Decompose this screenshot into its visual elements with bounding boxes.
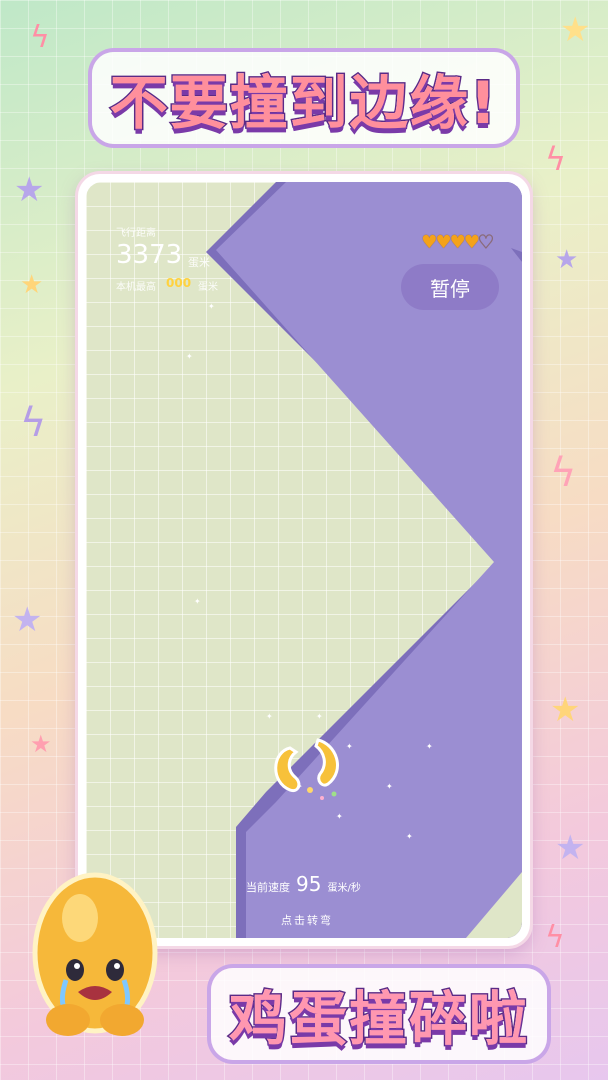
sparkle-icon: ✦ bbox=[208, 302, 215, 311]
distance-label: 飞行距离 bbox=[116, 228, 156, 239]
promo-headline-bottom: 鸡蛋撞碎啦 bbox=[150, 968, 608, 1060]
speed-readout: 当前速度 95 蛋米/秒 bbox=[246, 872, 361, 896]
star-icon: ★ bbox=[555, 828, 586, 868]
tap-to-turn-hint: 点击转弯 bbox=[281, 914, 333, 927]
distance-unit: 蛋米 bbox=[188, 256, 210, 269]
lives-hearts: ♥♥♥♥♥ bbox=[421, 231, 494, 253]
heart-filled-icon: ♥ bbox=[435, 232, 451, 253]
star-icon: ★ bbox=[20, 270, 44, 300]
game-screen[interactable]: 飞行距离 3373 蛋米 本机最高 000 蛋米 ♥♥♥♥♥ 暂停 ✦ ✦ ✦ … bbox=[86, 182, 522, 938]
sparkle-icon: ✦ bbox=[194, 597, 201, 606]
star-icon: ★ bbox=[30, 730, 52, 758]
sparkle-icon: ✦ bbox=[186, 352, 193, 361]
promo-headline-top: 不要撞到边缘! bbox=[0, 52, 608, 144]
star-icon: ★ bbox=[12, 600, 43, 640]
sparkle-icon: ✦ bbox=[316, 712, 323, 721]
speed-unit: 蛋米/秒 bbox=[327, 883, 361, 894]
star-icon: ★ bbox=[550, 690, 581, 730]
promo-headline-bottom-text: 鸡蛋撞碎啦 bbox=[210, 968, 547, 1060]
lightning-icon: ϟ bbox=[545, 140, 567, 178]
crying-egg-mascot bbox=[32, 872, 158, 1036]
star-icon: ★ bbox=[14, 170, 45, 210]
lightning-icon: ϟ bbox=[545, 920, 565, 955]
lightning-icon: ϟ bbox=[550, 450, 577, 496]
pause-button[interactable]: 暂停 bbox=[401, 264, 499, 310]
sparkle-icon: ✦ bbox=[266, 712, 273, 721]
heart-filled-icon: ♥ bbox=[421, 232, 437, 253]
best-unit: 蛋米 bbox=[198, 282, 218, 293]
speed-label: 当前速度 bbox=[246, 881, 290, 894]
heart-filled-icon: ♥ bbox=[463, 232, 480, 253]
broken-egg-icon bbox=[274, 738, 339, 800]
star-icon: ★ bbox=[555, 245, 579, 275]
best-label: 本机最高 bbox=[116, 282, 156, 293]
sparkle-icon: ✦ bbox=[336, 812, 343, 821]
star-icon: ★ bbox=[560, 10, 591, 50]
distance-value: 3373 bbox=[116, 240, 183, 270]
speed-value: 95 bbox=[296, 872, 322, 896]
sparkle-icon: ✦ bbox=[386, 782, 393, 791]
lightning-icon: ϟ bbox=[20, 400, 47, 446]
phone-frame: 飞行距离 3373 蛋米 本机最高 000 蛋米 ♥♥♥♥♥ 暂停 ✦ ✦ ✦ … bbox=[78, 174, 530, 946]
heart-outline-icon: ♥ bbox=[477, 231, 494, 253]
sparkle-icon: ✦ bbox=[426, 742, 433, 751]
promo-headline-top-text: 不要撞到边缘! bbox=[91, 52, 517, 144]
heart-filled-icon: ♥ bbox=[449, 232, 466, 253]
lightning-icon: ϟ bbox=[30, 20, 50, 55]
sparkle-icon: ✦ bbox=[406, 832, 413, 841]
best-value: 000 bbox=[166, 276, 192, 290]
